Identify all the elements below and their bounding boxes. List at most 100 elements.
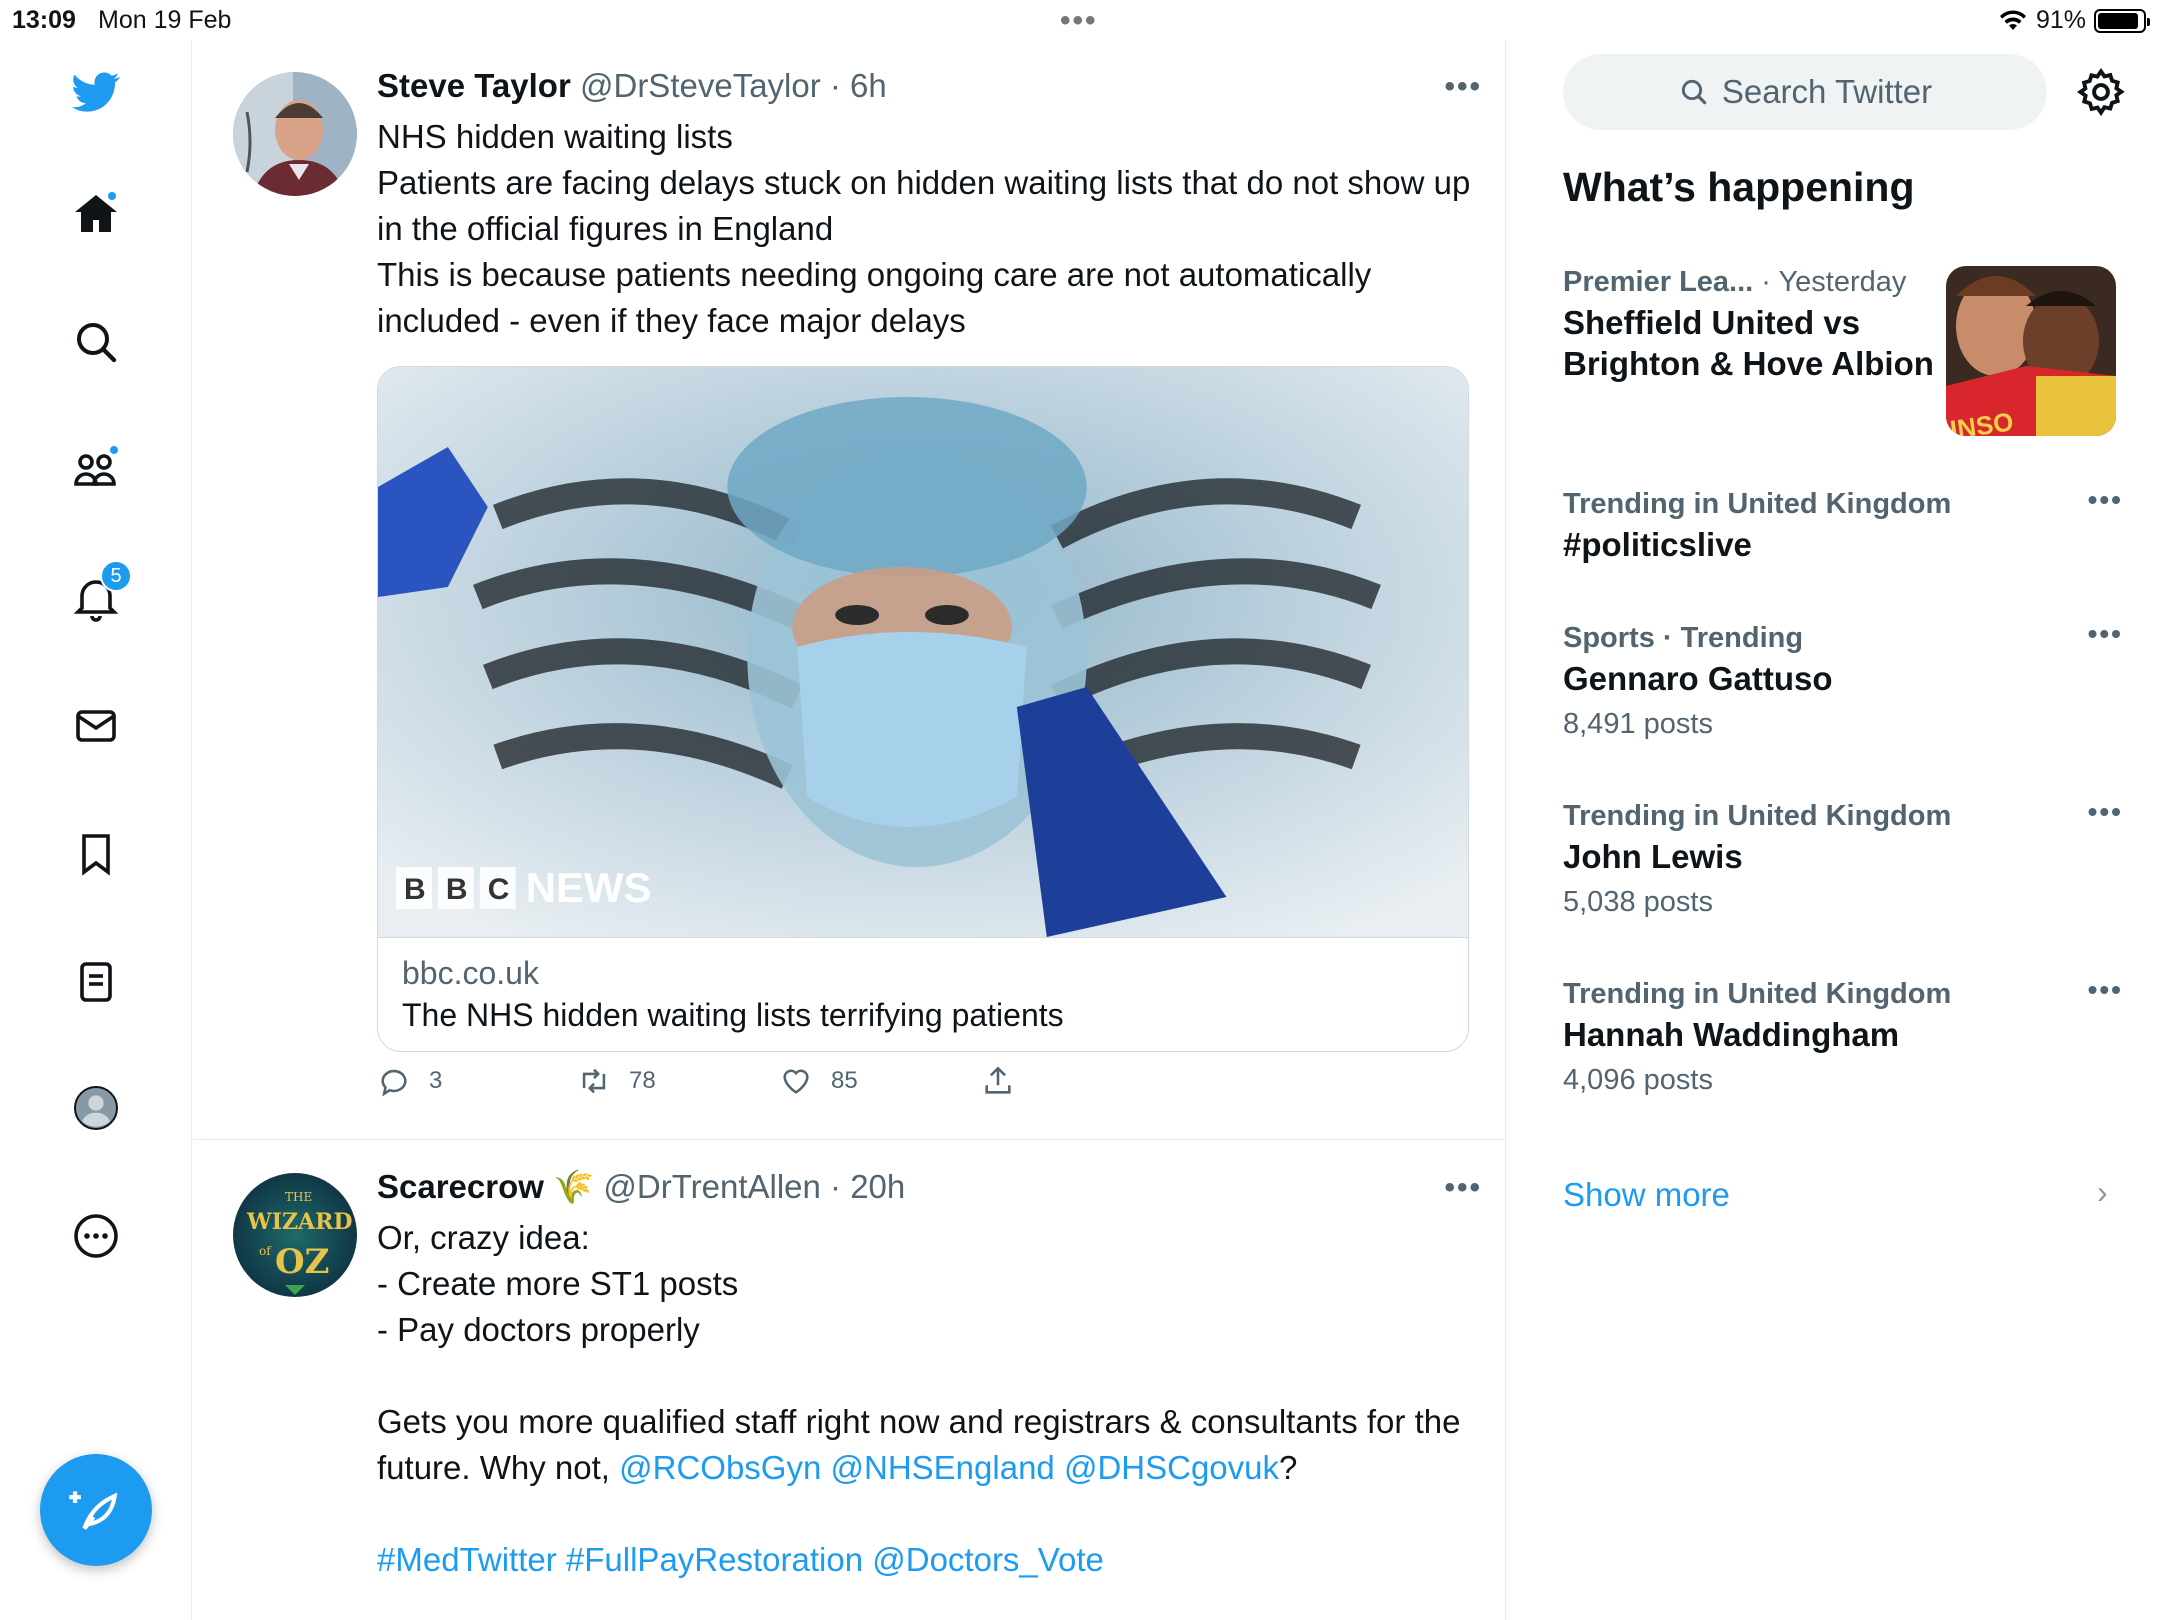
wifi-icon — [1999, 9, 2026, 30]
oz-logo-oz: OZ — [275, 1242, 329, 1282]
trend-title: John Lewis — [1563, 838, 1743, 875]
battery-icon — [2094, 8, 2150, 33]
like-button[interactable]: 85 — [779, 1064, 858, 1098]
oz-logo-of: of — [259, 1244, 272, 1258]
trend-title: #politicslive — [1563, 526, 1752, 563]
retweet-count: 78 — [629, 1067, 656, 1094]
tweet-text: NHS hidden waiting lists Patients are fa… — [377, 118, 1471, 339]
retweet-button[interactable]: 78 — [577, 1064, 656, 1098]
link-card-image: B B C NEWS — [378, 367, 1468, 937]
search-input[interactable]: Search Twitter — [1563, 54, 2047, 130]
trend-post-count: 4,096 posts — [1563, 1064, 1713, 1096]
compose-feather-icon — [69, 1491, 118, 1530]
tweet-text-plain: Or, crazy idea: - Create more ST1 posts … — [377, 1219, 1461, 1486]
tweet-time[interactable]: · 6h — [830, 67, 887, 104]
link-card-domain: bbc.co.uk — [402, 955, 539, 991]
bbc-logo-b1: B — [404, 873, 426, 906]
trend-more-button[interactable]: ••• — [2088, 796, 2123, 828]
trend-category: Sports · Trending — [1563, 622, 1804, 654]
trend-post-count: 8,491 posts — [1563, 708, 1713, 740]
communities-icon[interactable] — [64, 438, 128, 502]
hashtag-link[interactable]: #FullPayRestoration — [566, 1541, 863, 1578]
bookmarks-icon[interactable] — [64, 822, 128, 886]
status-bar: 13:09 Mon 19 Feb ••• 91% — [0, 0, 2160, 40]
tweet[interactable]: THE WIZARD of OZ Scarecrow 🌾 @DrTrentAll… — [193, 1141, 1505, 1620]
trend-item[interactable]: Trending in United Kingdom #politicslive… — [1563, 484, 2123, 565]
whats-happening-heading: What’s happening — [1563, 164, 1915, 210]
status-date: Mon 19 Feb — [98, 6, 232, 34]
status-right: 91% — [1998, 6, 2150, 35]
tweet[interactable]: Steve Taylor @DrSteveTaylor · 6h NHS hid… — [193, 40, 1505, 1140]
multitasking-dots-icon[interactable]: ••• — [1060, 4, 1098, 38]
trend-category: Trending in United Kingdom — [1563, 978, 1952, 1010]
trend-item[interactable]: Trending in United Kingdom Hannah Waddin… — [1563, 974, 2123, 1101]
bbc-logo-c: C — [488, 873, 510, 906]
tweet-time[interactable]: · 20h — [830, 1168, 905, 1205]
hashtag-link[interactable]: #MedTwitter — [377, 1541, 557, 1578]
wheat-emoji-icon: 🌾 — [553, 1168, 595, 1205]
settings-gear-icon[interactable] — [2075, 66, 2127, 118]
communities-new-dot — [108, 444, 120, 456]
lists-icon[interactable] — [64, 950, 128, 1014]
trend-more-button[interactable]: ••• — [2088, 618, 2123, 650]
share-icon — [985, 1066, 1011, 1094]
tweet-author-handle[interactable]: @DrSteveTaylor — [580, 67, 821, 104]
messages-icon[interactable] — [64, 694, 128, 758]
mention-link[interactable]: @DHSCgovuk — [1064, 1449, 1279, 1486]
profile-avatar-icon[interactable] — [64, 1076, 128, 1140]
link-card-title: The NHS hidden waiting lists terrifying … — [402, 997, 1064, 1033]
notifications-bell-icon[interactable]: 5 — [64, 560, 132, 630]
trend-item[interactable]: Trending in United Kingdom John Lewis 5,… — [1563, 796, 2123, 923]
compose-tweet-button[interactable] — [40, 1454, 152, 1566]
oz-logo-wizard: WIZARD — [246, 1209, 353, 1235]
mention-link[interactable]: @RCObsGyn — [619, 1449, 821, 1486]
trend-item[interactable]: Sports · Trending Gennaro Gattuso 8,491 … — [1563, 618, 2123, 745]
trend-category: Trending in United Kingdom — [1563, 488, 1952, 520]
tweet-more-button[interactable]: ••• — [1444, 70, 1482, 104]
retweet-icon — [582, 1068, 606, 1094]
home-icon[interactable] — [64, 182, 128, 246]
trend-context: Trending in United Kingdom — [1563, 796, 2123, 836]
trend-context: Sports · Trending — [1563, 618, 2123, 658]
trend-category: Premier Lea... — [1563, 266, 1754, 298]
bbc-logo-news: NEWS — [526, 864, 652, 911]
mention-link[interactable]: @NHSEngland — [831, 1449, 1055, 1486]
chevron-right-icon[interactable]: › — [2097, 1174, 2108, 1211]
search-icon[interactable] — [64, 310, 128, 374]
tweet-author-avatar[interactable]: THE WIZARD of OZ — [233, 1173, 357, 1297]
notifications-badge: 5 — [100, 560, 132, 592]
search-icon — [1681, 79, 1707, 105]
share-button[interactable] — [981, 1064, 1015, 1098]
tweet-author-handle[interactable]: @DrTrentAllen — [603, 1168, 821, 1205]
trend-post-count: 5,038 posts — [1563, 886, 1713, 918]
timeline-feed[interactable]: Steve Taylor @DrSteveTaylor · 6h NHS hid… — [193, 40, 1506, 1620]
trend-context: Trending in United Kingdom — [1563, 484, 2123, 524]
bbc-logo-b2: B — [446, 873, 468, 906]
tweet-actions: 3 78 85 — [377, 1064, 1077, 1108]
trend-title: Sheffield United vs Brighton & Hove Albi… — [1563, 304, 1934, 382]
left-nav: 5 — [0, 40, 192, 1620]
tweet-header: Steve Taylor @DrSteveTaylor · 6h — [377, 64, 1471, 108]
more-options-icon[interactable] — [64, 1204, 128, 1268]
tweet-author-name[interactable]: Scarecrow — [377, 1168, 544, 1205]
trend-thumbnail-image[interactable]: INSO — [1946, 266, 2116, 436]
trend-title: Hannah Waddingham — [1563, 1016, 1900, 1053]
tweet-author-name[interactable]: Steve Taylor — [377, 67, 571, 104]
twitter-logo-icon[interactable] — [64, 60, 128, 124]
tweet-text: Or, crazy idea: - Create more ST1 posts … — [377, 1215, 1471, 1583]
tweet-more-button[interactable]: ••• — [1444, 1171, 1482, 1205]
tweet-author-avatar[interactable] — [233, 72, 357, 196]
search-placeholder: Search Twitter — [1721, 73, 1933, 110]
trend-time: · Yesterday — [1761, 266, 1907, 298]
mention-link[interactable]: @Doctors_Vote — [872, 1541, 1104, 1578]
link-card[interactable]: B B C NEWS bbc.co.uk The NHS hidden wait… — [377, 366, 1469, 1052]
trend-more-button[interactable]: ••• — [2088, 974, 2123, 1006]
home-new-dot — [106, 190, 118, 202]
trend-item[interactable]: Premier Lea... · Yesterday Sheffield Uni… — [1563, 262, 1943, 384]
reply-button[interactable]: 3 — [377, 1064, 442, 1098]
battery-percent: 91% — [2035, 6, 2086, 34]
trend-more-button[interactable]: ••• — [2088, 484, 2123, 516]
show-more-link[interactable]: Show more — [1563, 1176, 1730, 1214]
trend-context: Trending in United Kingdom — [1563, 974, 2123, 1014]
tweet-header: Scarecrow 🌾 @DrTrentAllen · 20h — [377, 1165, 1471, 1209]
